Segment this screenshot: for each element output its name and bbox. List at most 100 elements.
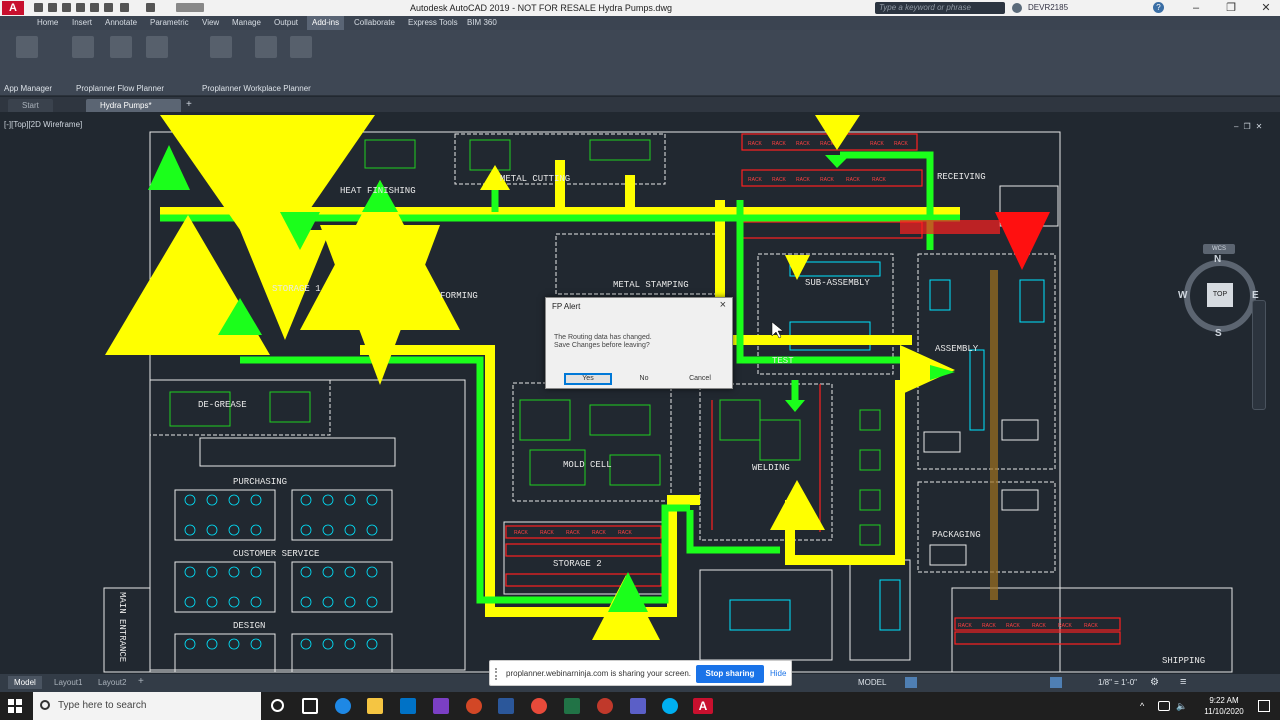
open-file-icon[interactable] [48, 3, 57, 12]
settings-gear-icon[interactable]: ⚙ [1150, 677, 1159, 688]
keyword-search-input[interactable]: Type a keyword or phrase [875, 2, 1005, 14]
new-file-icon[interactable] [34, 3, 43, 12]
workspace-dropdown[interactable] [176, 3, 204, 12]
grid-icon[interactable] [905, 677, 917, 688]
tab-add-ins[interactable]: Add-ins [307, 16, 345, 30]
workplace-planner-layout-icon[interactable] [255, 36, 277, 58]
user-name[interactable]: DEVR2185 [1028, 3, 1068, 12]
add-layout-icon[interactable]: + [138, 676, 144, 687]
tab-output[interactable]: Output [269, 16, 303, 30]
label-receiving: RECEIVING [937, 172, 986, 182]
word-icon[interactable] [498, 698, 514, 714]
navigation-bar[interactable] [1252, 300, 1266, 410]
viewport-window-controls[interactable]: –❐✕ [1234, 122, 1267, 131]
save-as-icon[interactable] [76, 3, 85, 12]
window-title: Autodesk AutoCAD 2019 - NOT FOR RESALE H… [410, 3, 672, 13]
chrome-icon[interactable] [531, 698, 547, 714]
tab-home[interactable]: Home [32, 16, 63, 30]
label-packaging: PACKAGING [932, 530, 981, 540]
workplace-planner-report-icon[interactable] [290, 36, 312, 58]
file-tab-start[interactable]: Start [8, 99, 53, 112]
taskbar-search-box[interactable]: Type here to search [33, 692, 261, 720]
notifications-icon[interactable] [1258, 700, 1270, 712]
svg-text:RACK: RACK [872, 177, 887, 183]
help-icon[interactable]: ? [1153, 2, 1164, 13]
compass-west[interactable]: W [1178, 290, 1187, 301]
svg-text:RACK: RACK [566, 530, 581, 536]
taskbar-clock[interactable]: 9:22 AM 11/10/2020 [1200, 695, 1248, 717]
svg-text:RACK: RACK [540, 530, 555, 536]
label-heat-finishing: HEAT FINISHING [340, 186, 416, 196]
maximize-icon[interactable]: ❐ [1220, 1, 1242, 15]
plot-icon[interactable] [90, 3, 99, 12]
svg-text:RACK: RACK [982, 623, 997, 629]
drawing-canvas[interactable]: [-][Top][2D Wireframe] RACK RACK RACK RA… [0, 112, 1280, 674]
tab-express-tools[interactable]: Express Tools [403, 16, 463, 30]
hide-button[interactable]: Hide [770, 669, 786, 678]
recording-app-icon[interactable] [597, 698, 613, 714]
tab-manage[interactable]: Manage [227, 16, 266, 30]
stop-sharing-button[interactable]: Stop sharing [696, 665, 764, 683]
label-forming: FORMING [440, 291, 478, 301]
workplace-planner-tool-icon[interactable] [210, 36, 232, 58]
flow-planner-route-icon[interactable] [110, 36, 132, 58]
tab-insert[interactable]: Insert [67, 16, 97, 30]
teams-icon[interactable] [630, 698, 646, 714]
user-icon[interactable] [1012, 3, 1022, 13]
viewcube-top-face[interactable]: TOP [1207, 283, 1233, 307]
layout-tab-layout2[interactable]: Layout2 [92, 676, 132, 689]
cortana-icon[interactable] [271, 699, 284, 712]
layout-tab-layout1[interactable]: Layout1 [48, 676, 88, 689]
tab-parametric[interactable]: Parametric [145, 16, 194, 30]
file-tab-hydra-pumps[interactable]: Hydra Pumps* [86, 99, 181, 112]
minimize-icon[interactable]: – [1185, 1, 1207, 15]
windows-start-icon[interactable] [8, 699, 22, 713]
volume-icon[interactable]: 🔈 [1176, 701, 1187, 712]
excel-icon[interactable] [564, 698, 580, 714]
skype-icon[interactable] [662, 698, 678, 714]
layout-tab-model[interactable]: Model [8, 676, 42, 689]
annotation-scale[interactable]: 1/8" = 1'-0" [1098, 678, 1137, 687]
autocad-taskbar-icon[interactable]: A [693, 698, 713, 714]
redo-icon[interactable] [146, 3, 155, 12]
compass-south[interactable]: S [1215, 328, 1222, 339]
print-icon[interactable] [104, 3, 113, 12]
tab-annotate[interactable]: Annotate [100, 16, 142, 30]
yes-button[interactable]: Yes [564, 373, 612, 385]
label-degrease: DE-GREASE [198, 400, 247, 410]
no-button[interactable]: No [620, 373, 668, 385]
cancel-button[interactable]: Cancel [676, 373, 724, 385]
dialog-close-icon[interactable]: × [720, 300, 726, 311]
file-explorer-icon[interactable] [367, 698, 383, 714]
undo-icon[interactable] [120, 3, 129, 12]
viewcube[interactable]: TOP N S E W [1178, 254, 1262, 339]
label-sub-assembly: SUB-ASSEMBLY [805, 278, 870, 288]
svg-text:RACK: RACK [1058, 623, 1073, 629]
task-view-icon[interactable] [302, 698, 318, 714]
autocad-logo-icon[interactable]: A [2, 1, 24, 15]
tab-collaborate[interactable]: Collaborate [349, 16, 400, 30]
model-space-toggle[interactable]: MODEL [858, 678, 886, 687]
close-window-icon[interactable]: ✕ [1255, 1, 1277, 15]
visual-studio-icon[interactable] [433, 698, 449, 714]
compass-north[interactable]: N [1214, 254, 1221, 265]
clock-date: 11/10/2020 [1204, 707, 1244, 716]
tab-view[interactable]: View [197, 16, 224, 30]
tray-chevron-icon[interactable]: ^ [1140, 701, 1144, 711]
drag-handle-icon[interactable] [495, 668, 500, 680]
tab-bim-360[interactable]: BIM 360 [462, 16, 502, 30]
customize-icon[interactable]: ≡ [1180, 676, 1186, 688]
svg-text:RACK: RACK [870, 141, 885, 147]
wcs-menu[interactable]: WCS [1203, 244, 1235, 254]
annotation-scale-icon[interactable] [1050, 677, 1062, 688]
app-manager-icon[interactable] [16, 36, 38, 58]
powerpoint-icon[interactable] [466, 698, 482, 714]
flow-planner-tool-icon[interactable] [72, 36, 94, 58]
new-tab-icon[interactable]: + [186, 99, 192, 110]
title-bar: A Autodesk AutoCAD 2019 - NOT FOR RESALE… [0, 0, 1280, 16]
network-icon[interactable] [1158, 701, 1170, 711]
save-icon[interactable] [62, 3, 71, 12]
flow-planner-report-icon[interactable] [146, 36, 168, 58]
edge-browser-icon[interactable] [335, 698, 351, 714]
outlook-icon[interactable] [400, 698, 416, 714]
